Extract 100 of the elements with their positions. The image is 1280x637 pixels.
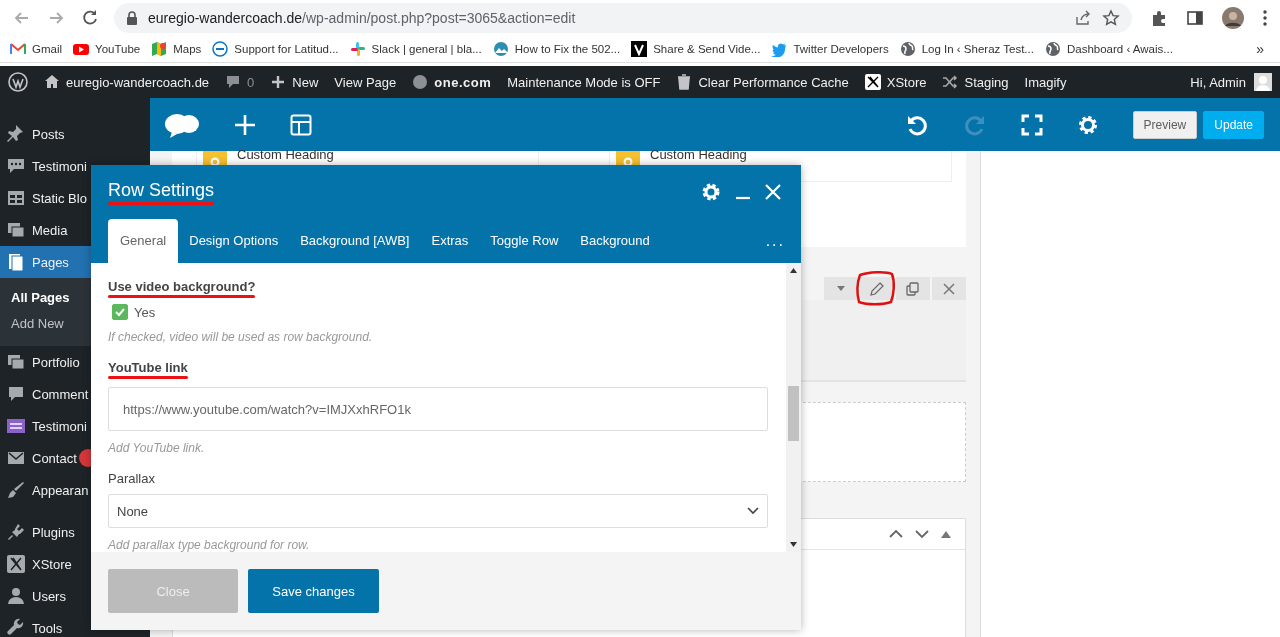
dialog-title: Row Settings — [108, 179, 215, 201]
chevron-up-icon[interactable] — [889, 529, 903, 539]
tab[interactable]: Background [AWB] — [289, 219, 421, 263]
bookmark[interactable]: Maps — [151, 41, 202, 57]
close-icon[interactable] — [765, 184, 781, 200]
scrollbar-thumb[interactable] — [788, 386, 799, 441]
help-text: If checked, video will be used as row background. — [108, 330, 374, 344]
duplicate-button[interactable] — [896, 277, 930, 300]
trash-icon — [676, 74, 693, 90]
field-label: Parallax — [108, 471, 155, 486]
fullscreen-icon[interactable] — [1020, 113, 1043, 136]
more-icon[interactable] — [1262, 9, 1268, 27]
delete-button[interactable] — [932, 277, 966, 300]
speech-bubble-icon — [6, 156, 26, 176]
field-label: YouTube link — [108, 360, 188, 375]
bookmark[interactable]: Support for Latitud... — [212, 41, 339, 57]
pencil-icon — [870, 281, 884, 296]
scrollbar[interactable] — [786, 263, 801, 552]
admin-bar-item[interactable]: one.com — [412, 74, 492, 90]
home-icon — [44, 74, 60, 90]
slack-icon — [349, 41, 366, 57]
tab[interactable]: General — [108, 219, 179, 263]
dropdown-button[interactable] — [824, 277, 858, 300]
admin-bar-item[interactable]: Clear Performance Cache — [676, 74, 849, 90]
preview-button[interactable]: Preview — [1132, 110, 1198, 139]
bookmark[interactable]: Gmail — [10, 41, 63, 57]
bookmark[interactable]: Share & Send Vide... — [631, 41, 761, 57]
x-logo-icon — [864, 74, 881, 90]
lock-icon — [126, 11, 138, 25]
map-icon — [151, 41, 168, 57]
brush-icon — [6, 480, 26, 500]
edit-button[interactable] — [860, 277, 894, 300]
admin-bar-item[interactable]: 0 — [225, 74, 255, 90]
media-icon — [6, 352, 26, 372]
address-bar[interactable]: euregio-wandercoach.de/wp-admin/post.php?post=3065&action=edit — [114, 3, 1132, 33]
settings-icon[interactable] — [701, 182, 721, 202]
user-icon — [6, 586, 26, 606]
bookmark[interactable]: Twitter Developers — [771, 41, 889, 57]
sidebar-icon[interactable] — [1186, 9, 1204, 27]
chevron-down-icon[interactable] — [915, 529, 929, 539]
copy-icon — [906, 281, 920, 296]
element-title: Custom Heading — [650, 147, 747, 162]
settings-icon[interactable] — [1076, 113, 1099, 136]
admin-bar-item[interactable]: Staging — [942, 74, 1009, 90]
screen-icon — [6, 416, 26, 436]
bookmark[interactable]: Dashboard ‹ Awais... — [1044, 41, 1173, 57]
wordpress-logo-icon[interactable] — [8, 72, 28, 92]
circle-logo-icon — [212, 41, 229, 57]
avatar-icon[interactable] — [1222, 7, 1244, 29]
element-title: Custom Heading — [237, 147, 334, 162]
share-icon[interactable] — [1074, 9, 1092, 27]
comment-icon — [225, 74, 242, 90]
plus-icon — [270, 74, 287, 90]
help-text: Add parallax type background for row. — [108, 538, 311, 552]
menu-item[interactable]: Testimoni — [0, 150, 150, 182]
dot-icon — [412, 74, 429, 90]
wrench-icon — [6, 618, 26, 637]
tab[interactable]: Toggle Row — [479, 219, 570, 263]
scroll-up-icon — [790, 268, 797, 273]
puzzle-icon[interactable] — [1150, 9, 1168, 27]
plus-icon[interactable] — [234, 113, 256, 136]
dropdown-field[interactable]: None — [108, 494, 768, 528]
admin-bar-item[interactable]: View Page — [334, 74, 397, 90]
bird-icon — [771, 41, 788, 57]
globe-icon — [899, 41, 916, 57]
pages-icon — [6, 252, 26, 272]
checkbox[interactable] — [112, 304, 128, 320]
pin-icon — [6, 124, 26, 144]
letter-icon — [631, 41, 648, 57]
bookmark[interactable]: Slack | general | bla... — [349, 41, 482, 57]
tab[interactable]: Extras — [420, 219, 480, 263]
mountain-icon — [492, 41, 509, 57]
bookmark[interactable]: YouTube — [73, 41, 141, 57]
play-icon — [73, 41, 90, 57]
checkbox-label: Yes — [134, 304, 156, 320]
layout-icon — [6, 188, 26, 208]
x-logo-icon — [6, 554, 26, 574]
menu-item[interactable]: Tools — [0, 612, 150, 637]
bookmark[interactable]: Log In ‹ Sheraz Test... — [899, 41, 1034, 57]
tab[interactable]: Design Options — [178, 219, 290, 263]
text-field[interactable]: https://www.youtube.com/watch?v=IMJXxhRFO1k — [108, 387, 768, 431]
triangle-up-icon[interactable] — [941, 530, 951, 538]
admin-bar-item[interactable]: euregio-wandercoach.de — [44, 74, 210, 90]
media-icon — [6, 220, 26, 240]
star-icon[interactable] — [1102, 9, 1120, 27]
admin-bar-item[interactable]: Maintenance Mode is OFF — [507, 74, 661, 90]
bookmark[interactable]: How to Fix the 502... — [492, 41, 621, 57]
admin-bar-item[interactable]: XStore — [864, 74, 927, 90]
admin-bar-item[interactable]: Imagify — [1024, 74, 1067, 90]
more-tabs-button[interactable]: ... — [765, 219, 785, 263]
field-label: Use video background? — [108, 279, 256, 294]
greeting-link[interactable]: Hi, Admin — [1190, 74, 1246, 90]
more-bookmarks-button[interactable]: » — [1256, 41, 1270, 57]
admin-bar-item[interactable]: New — [270, 74, 319, 90]
comment-icon — [6, 384, 26, 404]
save-button[interactable]: Save changes — [248, 569, 379, 613]
layout-icon[interactable] — [290, 113, 312, 136]
menu-item[interactable]: Posts — [0, 118, 150, 150]
cloud-logo-icon[interactable] — [164, 111, 200, 138]
tab[interactable]: Background — [569, 219, 661, 263]
